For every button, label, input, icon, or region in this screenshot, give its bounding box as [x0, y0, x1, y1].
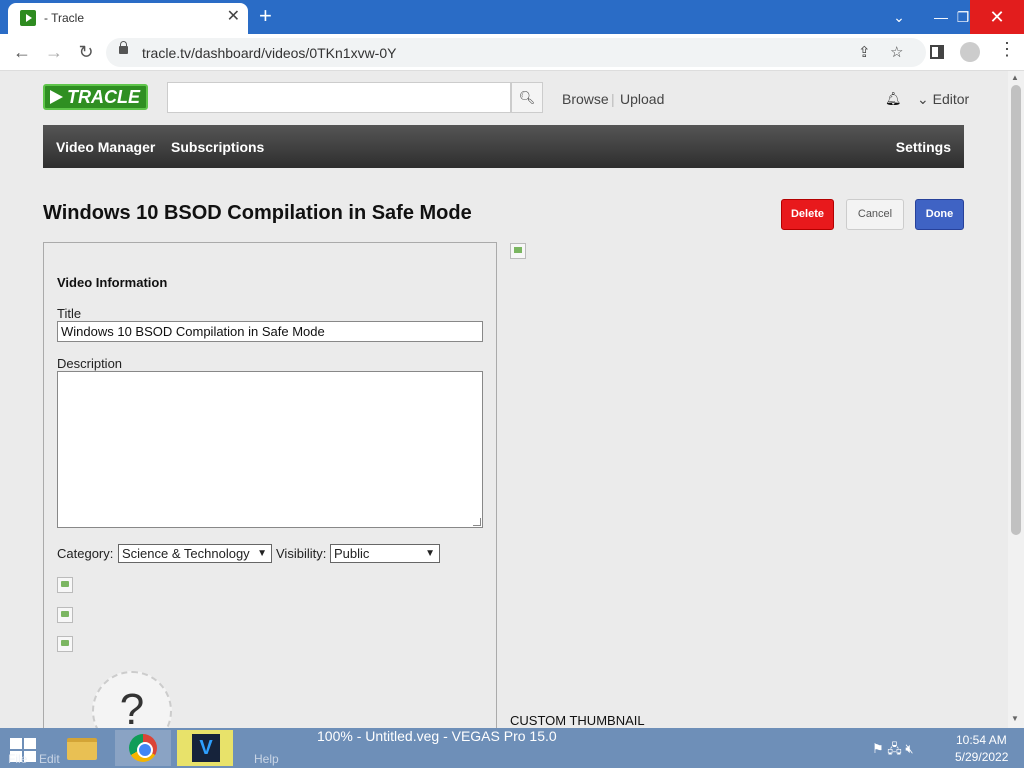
category-label: Category:: [57, 546, 114, 561]
description-textarea[interactable]: [57, 371, 483, 528]
side-panel-icon[interactable]: [930, 45, 944, 59]
windows-taskbar: V 100% - Untitled.veg - VEGAS Pro 15.0 F…: [0, 728, 1024, 768]
title-label: Title: [57, 306, 82, 321]
vegas-icon: V: [192, 734, 220, 762]
title-input[interactable]: Windows 10 BSOD Compilation in Safe Mode: [57, 321, 483, 342]
vegas-taskbar-button[interactable]: V: [177, 730, 233, 766]
cancel-button[interactable]: Cancel: [846, 199, 904, 230]
new-tab-button[interactable]: +: [259, 4, 272, 28]
lock-icon[interactable]: [119, 41, 128, 54]
thumbnail-broken-image-icon: [510, 243, 526, 259]
vegas-window-title: 100% - Untitled.veg - VEGAS Pro 15.0: [317, 728, 557, 744]
url-text[interactable]: tracle.tv/dashboard/videos/0TKn1xvw-0Y: [142, 45, 396, 61]
tracle-favicon-icon: [20, 10, 36, 26]
dropdown-arrow-icon: ▼: [425, 548, 435, 559]
done-button[interactable]: Done: [915, 199, 964, 230]
page-scrollbar[interactable]: ▲ ▼: [1008, 71, 1024, 728]
bookmark-star-icon[interactable]: ☆: [890, 43, 903, 61]
ghost-menu-edit: Edit: [39, 752, 60, 766]
scrollbar-thumb[interactable]: [1011, 85, 1021, 535]
address-bar[interactable]: tracle.tv/dashboard/videos/0TKn1xvw-0Y ⇪…: [106, 38, 926, 67]
category-select[interactable]: Science & Technology ▼: [118, 544, 272, 563]
ghost-menu-file: File: [8, 752, 28, 766]
description-label: Description: [57, 356, 123, 371]
browser-tab[interactable]: - Tracle ✕: [8, 3, 248, 34]
ghost-menu-help: Help: [254, 752, 279, 766]
start-pane: [10, 738, 22, 749]
visibility-value: Public: [334, 546, 370, 561]
browser-menu-icon[interactable]: ⋮: [998, 39, 1016, 60]
tab-close-icon[interactable]: ✕: [227, 8, 240, 26]
page-title: Windows 10 BSOD Compilation in Safe Mode: [43, 202, 472, 224]
resize-handle-icon[interactable]: [473, 518, 481, 526]
chrome-icon: [129, 734, 157, 762]
flag-icon[interactable]: ⚑: [872, 741, 884, 756]
browser-toolbar: ← → ↻ tracle.tv/dashboard/videos/0TKn1xv…: [0, 34, 1024, 71]
browse-link[interactable]: Browse: [562, 91, 609, 107]
clock-date[interactable]: 5/29/2022: [955, 750, 1008, 764]
search-icon: 🔍︎: [518, 90, 536, 105]
forward-arrow-icon[interactable]: →: [42, 40, 66, 64]
visibility-select[interactable]: Public ▼: [330, 544, 440, 563]
help-question-icon[interactable]: ?: [92, 671, 172, 728]
scroll-up-icon[interactable]: ▲: [1011, 73, 1019, 82]
start-pane: [24, 738, 36, 749]
browser-titlebar: - Tracle ✕ + ⌄ — ❐ ✕: [0, 0, 1024, 34]
close-window-icon[interactable]: ✕: [970, 0, 1024, 34]
system-tray[interactable]: ⚑ 🖧︎ 🔇︎: [872, 740, 914, 762]
custom-thumbnail-label[interactable]: CUSTOM THUMBNAIL: [510, 713, 645, 728]
back-arrow-icon[interactable]: ←: [10, 40, 34, 64]
nav-subscriptions[interactable]: Subscriptions: [171, 139, 264, 155]
tab-title: - Tracle: [44, 11, 85, 25]
share-icon[interactable]: ⇪: [858, 43, 871, 61]
section-heading: Video Information: [57, 275, 168, 290]
user-menu[interactable]: ⌄ Editor: [917, 91, 969, 108]
nav-video-manager[interactable]: Video Manager: [56, 139, 155, 155]
chevron-down-icon: ⌄: [917, 91, 929, 107]
tracle-logo[interactable]: TRACLE: [43, 84, 148, 110]
reload-icon[interactable]: ↻: [74, 40, 98, 64]
broken-image-icon: [57, 636, 73, 652]
visibility-label: Visibility:: [276, 546, 327, 561]
category-value: Science & Technology: [122, 546, 250, 561]
upload-link[interactable]: Upload: [620, 91, 664, 107]
video-info-panel: Video Information Title Windows 10 BSOD …: [43, 242, 497, 728]
folder-icon: [67, 738, 97, 760]
nav-settings[interactable]: Settings: [896, 139, 951, 155]
dropdown-arrow-icon: ▼: [257, 548, 267, 559]
clock-time[interactable]: 10:54 AM: [956, 733, 1007, 747]
dashboard-nav: Video Manager Subscriptions Settings: [43, 125, 964, 168]
page-content: TRACLE 🔍︎ Browse | Upload 🔔︎ ⌄ Editor Vi…: [0, 71, 1008, 728]
link-separator: |: [611, 91, 615, 107]
network-icon[interactable]: 🖧︎: [887, 741, 902, 756]
user-menu-label: Editor: [932, 91, 970, 107]
broken-image-icon: [57, 577, 73, 593]
file-explorer-taskbar-button[interactable]: [55, 730, 111, 766]
notifications-bell-icon[interactable]: 🔔︎: [885, 91, 902, 107]
delete-button[interactable]: Delete: [781, 199, 834, 230]
profile-avatar-icon[interactable]: [960, 42, 980, 62]
scroll-down-icon[interactable]: ▼: [1011, 714, 1019, 723]
tab-search-icon[interactable]: ⌄: [882, 0, 916, 34]
volume-muted-icon[interactable]: 🔇︎: [905, 741, 913, 756]
site-search-input[interactable]: [167, 82, 511, 113]
broken-image-icon: [57, 607, 73, 623]
search-button[interactable]: 🔍︎: [511, 82, 543, 113]
chrome-taskbar-button[interactable]: [115, 730, 171, 766]
